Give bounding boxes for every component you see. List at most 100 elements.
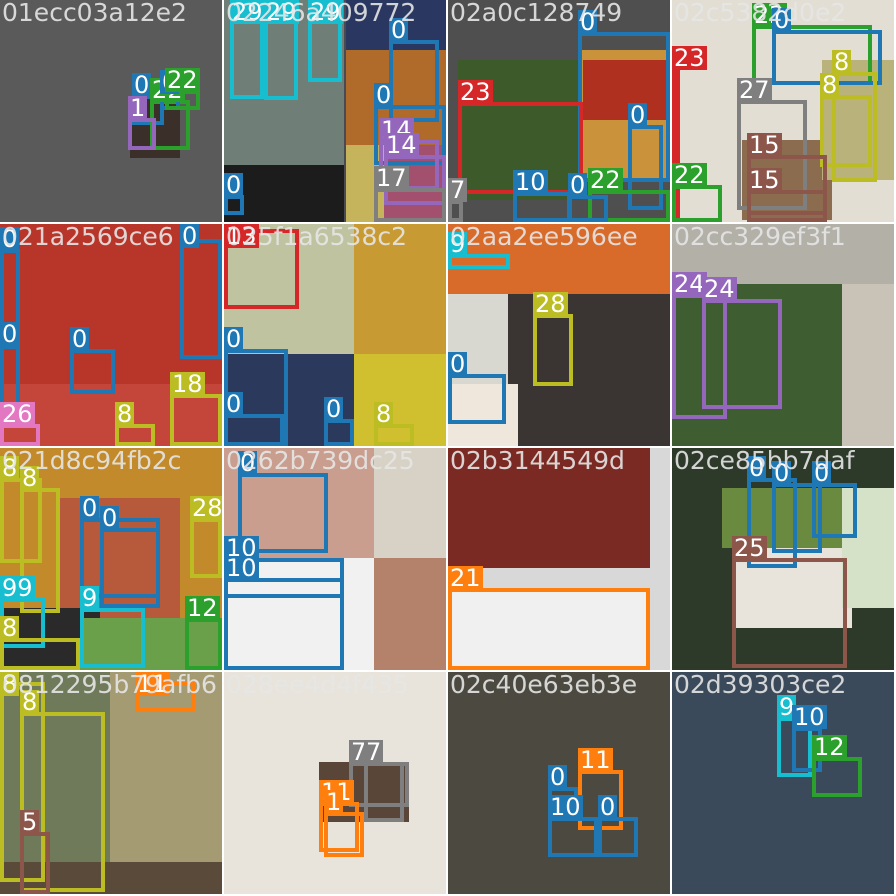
bounding-box	[533, 314, 573, 386]
class-label: 1	[128, 94, 148, 122]
bounding-box	[70, 349, 115, 394]
tile-title: 02aa2ee596ee	[450, 224, 638, 251]
class-label: 8	[0, 614, 20, 642]
photo-region	[374, 558, 446, 670]
bounding-box	[448, 588, 650, 670]
class-label: 99	[0, 574, 35, 602]
class-label: 0	[180, 224, 200, 250]
mosaic-tile: 021a2569ce6 0 0 0 0 18 8 26	[0, 224, 222, 446]
class-label: 28	[533, 290, 568, 318]
class-label: 18	[170, 370, 205, 398]
bounding-box	[80, 608, 145, 668]
bounding-box	[812, 757, 862, 797]
class-label: 0	[0, 320, 20, 348]
mosaic-tile: 02c40e63eb3e 11 0 10 0	[448, 672, 670, 894]
class-label: 25	[732, 534, 767, 562]
mosaic-tile: 02c5382d0e2 23 22 0 8 27 8 15 22 15	[672, 0, 894, 222]
class-label: 24	[702, 275, 737, 303]
tile-title: 02cc329ef3f1	[674, 224, 846, 251]
mosaic-tile: 01ecc03a12e20221022	[0, 0, 222, 222]
bounding-box	[820, 95, 872, 167]
class-label: 0	[100, 504, 120, 532]
bounding-box	[448, 374, 506, 424]
class-label: 10	[513, 168, 548, 196]
class-label: 28	[190, 496, 222, 520]
mosaic-grid: 01ecc03a12e2022102202246a409772292929001…	[0, 0, 896, 896]
bounding-box	[190, 518, 222, 578]
bounding-box	[100, 528, 160, 608]
class-label: 21	[448, 564, 483, 592]
tile-title: 0262b739dc25	[226, 448, 415, 475]
class-label: 26	[0, 400, 35, 428]
bounding-box	[747, 190, 827, 222]
bounding-box	[364, 762, 404, 822]
tile-title: 02d39303ce2	[674, 672, 847, 699]
bounding-box	[324, 812, 364, 857]
bounding-box	[672, 185, 722, 222]
bounding-box	[170, 394, 222, 446]
class-label: 12	[812, 733, 847, 761]
bounding-box	[772, 483, 822, 553]
mosaic-tile: 021d8c94fb2c 8 8 0 0 28 99 9 12 8	[0, 448, 222, 670]
class-label: 0	[224, 390, 244, 418]
class-label: 23	[672, 44, 707, 72]
class-label: 0	[568, 171, 588, 199]
class-label: 22	[165, 66, 200, 94]
tile-title: 01ecc03a12e2	[2, 0, 187, 27]
mosaic-tile: 02cc329ef3f1 24 24	[672, 224, 894, 446]
tile-title: 02a0c128749	[450, 0, 623, 27]
class-label: 0	[548, 763, 568, 791]
mosaic-tile: 02a0c128749 0 23 0 10 22 0 7	[448, 0, 670, 222]
class-label: 8	[374, 400, 394, 428]
bounding-box	[180, 239, 222, 359]
tile-title: 02c40e63eb3e	[450, 672, 638, 699]
class-label: 0	[628, 101, 648, 129]
bounding-box	[568, 195, 608, 222]
mosaic-tile: 028ee4d4f43571117	[224, 672, 446, 894]
class-label: 7	[448, 176, 468, 204]
class-label: 0	[448, 350, 468, 378]
tile-title: 0812295b79afb6	[2, 672, 217, 699]
tile-title: 02246a409772	[226, 0, 417, 27]
class-label: 10	[548, 793, 583, 821]
mosaic-tile: 0262b739dc25 0 10 10	[224, 448, 446, 670]
bounding-box	[324, 419, 354, 446]
bounding-box	[185, 618, 222, 670]
tile-title: 02c5382d0e2	[674, 0, 847, 27]
class-label: 1	[324, 788, 344, 816]
bounding-box	[374, 188, 446, 222]
class-label: 0	[224, 171, 244, 199]
class-label: 23	[458, 78, 493, 106]
bounding-box	[702, 299, 782, 409]
class-label: 11	[578, 746, 613, 774]
tile-title: 021d8c94fb2c	[2, 448, 182, 475]
class-label: 8	[820, 71, 840, 99]
class-label: 0	[374, 81, 394, 109]
class-label: 22	[588, 166, 623, 194]
bounding-box	[548, 817, 598, 857]
class-label: 5	[20, 808, 40, 836]
class-label: 8	[115, 400, 135, 428]
class-label: 10	[224, 554, 259, 582]
class-label: 0	[224, 325, 244, 353]
class-label: 0	[598, 793, 618, 821]
class-label: 0	[80, 494, 100, 522]
mosaic-tile: 02d39303ce2 9 10 12	[672, 672, 894, 894]
class-label: 7	[364, 738, 384, 766]
mosaic-tile: 02ce85bb7daf 0 0 0 25	[672, 448, 894, 670]
class-label: 22	[672, 161, 707, 189]
class-label: 27	[737, 76, 772, 104]
mosaic-tile: 02aa2ee596ee 9 28 0	[448, 224, 670, 446]
bounding-box	[224, 578, 344, 670]
bounding-box	[0, 638, 80, 670]
bounding-box	[128, 118, 156, 150]
class-label: 15	[747, 166, 782, 194]
bounding-box	[732, 558, 847, 668]
class-label: 15	[747, 131, 782, 159]
class-label: 0	[70, 325, 90, 353]
photo-region	[842, 284, 894, 446]
mosaic-tile: 02b3144549d 21	[448, 448, 670, 670]
tile-title: 02b3144549d	[450, 448, 625, 475]
mosaic-tile: 025f1a6538c2 13 0 0 0 8	[224, 224, 446, 446]
mosaic-tile: 02246a409772 29 29 29 0 0 14 14 17 0	[224, 0, 446, 222]
